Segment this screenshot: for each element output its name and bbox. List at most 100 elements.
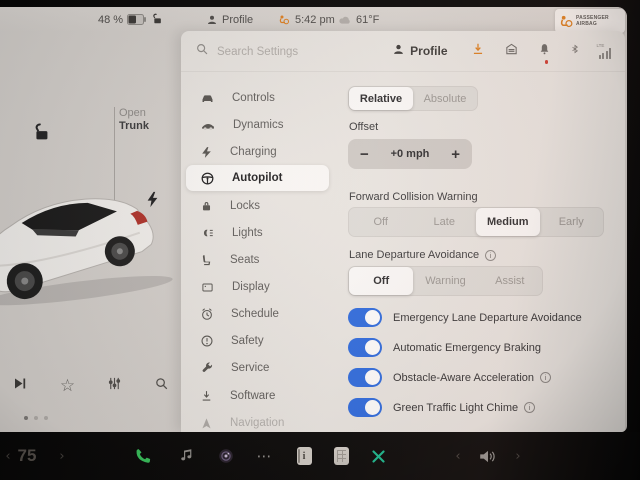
sidebar-item-software[interactable]: Software xyxy=(186,383,329,409)
info-icon[interactable]: i xyxy=(524,402,536,413)
notes-app-icon[interactable]: i xyxy=(294,432,314,480)
time-label: 5:42 pm xyxy=(295,13,335,26)
search-settings-input[interactable]: Search Settings xyxy=(195,42,298,61)
emergency-lane-departure-toggle[interactable] xyxy=(348,308,382,327)
option-absolute[interactable]: Absolute xyxy=(413,87,477,110)
sidebar-item-lights[interactable]: Lights xyxy=(186,220,329,246)
settings-header: Search Settings Profile LTE xyxy=(181,31,625,72)
cabin-temperature[interactable]: 75 xyxy=(14,432,40,480)
automatic-emergency-braking-toggle[interactable] xyxy=(348,338,382,357)
option-late[interactable]: Late xyxy=(413,208,477,236)
equalizer-button[interactable] xyxy=(107,376,122,396)
dashcam-app-icon[interactable] xyxy=(216,432,236,480)
sidebar-item-dynamics[interactable]: Dynamics xyxy=(186,112,329,138)
passenger-airbag-text: PASSENGER AIRBAG xyxy=(576,15,609,27)
car-unlocked-icon[interactable] xyxy=(30,121,52,148)
sidebar-item-seats[interactable]: Seats xyxy=(186,247,329,273)
option-warning[interactable]: Warning xyxy=(413,267,477,295)
screen: 48 % Profile 5:42 pm 61°F PASSENGER AIRB… xyxy=(0,7,627,432)
search-icon xyxy=(195,42,209,61)
profile-menu-button[interactable]: Profile xyxy=(392,43,448,59)
wrench-icon xyxy=(200,361,214,375)
sidebar-item-locks[interactable]: Locks xyxy=(186,193,329,219)
sidebar-item-charging[interactable]: Charging xyxy=(186,139,329,165)
obstacle-aware-acceleration-toggle[interactable] xyxy=(348,368,382,387)
car-visualization-panel: Open Trunk ☆ xyxy=(0,31,181,432)
clock: 5:42 pm xyxy=(295,7,335,32)
sidebar-item-controls[interactable]: Controls xyxy=(186,85,329,111)
option-medium[interactable]: Medium xyxy=(476,208,540,236)
x-app-icon[interactable] xyxy=(368,432,388,480)
display-icon xyxy=(200,281,215,294)
media-controls: ☆ xyxy=(0,368,181,404)
option-relative[interactable]: Relative xyxy=(349,87,413,110)
download-icon xyxy=(200,389,213,403)
temp-up-button[interactable]: › xyxy=(56,432,68,480)
alarm-clock-icon xyxy=(200,307,214,321)
cellular-signal-icon[interactable]: LTE xyxy=(597,43,611,59)
steering-wheel-icon xyxy=(200,171,215,186)
charging-bolt-icon xyxy=(200,145,213,160)
notification-dot xyxy=(544,60,548,64)
sidebar-item-display[interactable]: Display xyxy=(186,274,329,300)
volume-down-button[interactable]: ‹ xyxy=(452,432,464,480)
toggle-row: Automatic Emergency Braking xyxy=(348,338,541,357)
temp-down-button[interactable]: ‹ xyxy=(2,432,14,480)
unlocked-icon xyxy=(150,13,163,26)
person-icon xyxy=(392,43,405,59)
speed-limit-mode-segment: Relative Absolute xyxy=(348,86,478,111)
info-icon[interactable]: i xyxy=(540,372,552,383)
status-profile[interactable]: Profile xyxy=(206,7,253,32)
lock-icon xyxy=(200,199,213,213)
sidebar-item-autopilot[interactable]: Autopilot xyxy=(186,165,329,191)
green-traffic-light-chime-toggle[interactable] xyxy=(348,398,382,417)
car-controls-icon xyxy=(200,91,215,106)
phone-app-icon[interactable] xyxy=(132,432,154,480)
forward-collision-warning-label: Forward Collision Warning xyxy=(349,191,478,203)
option-assist[interactable]: Assist xyxy=(478,267,542,295)
tesla-touchscreen: 48 % Profile 5:42 pm 61°F PASSENGER AIRB… xyxy=(0,0,640,480)
toggle-row: Emergency Lane Departure Avoidance xyxy=(348,308,582,327)
info-icon[interactable]: i xyxy=(485,249,497,261)
music-app-icon[interactable] xyxy=(176,432,196,480)
option-early[interactable]: Early xyxy=(540,208,604,236)
media-search-button[interactable] xyxy=(154,376,169,396)
search-placeholder: Search Settings xyxy=(217,45,299,58)
media-page-dots[interactable] xyxy=(24,416,48,420)
sidebar-item-schedule[interactable]: Schedule xyxy=(186,301,329,327)
airbag-warning xyxy=(278,7,290,32)
seat-icon xyxy=(200,253,213,267)
bottom-launcher-bar: ‹ 75 › ⋯ i ‹ › xyxy=(0,432,640,480)
open-trunk-button[interactable]: Open Trunk xyxy=(119,107,149,133)
sidebar-item-service[interactable]: Service xyxy=(186,355,329,381)
homelink-button[interactable] xyxy=(504,42,519,61)
more-apps-button[interactable]: ⋯ xyxy=(253,432,275,480)
option-off[interactable]: Off xyxy=(349,267,414,295)
outside-temp-label: 61°F xyxy=(356,13,380,26)
next-track-button[interactable] xyxy=(12,376,28,396)
car-dynamics-icon xyxy=(200,118,216,133)
lock-status[interactable] xyxy=(150,7,163,32)
toggle-row: Obstacle-Aware Acceleration i xyxy=(348,368,552,387)
battery-percent: 48 % xyxy=(98,13,124,26)
option-off[interactable]: Off xyxy=(349,208,413,236)
notifications-button[interactable] xyxy=(538,42,551,64)
spreadsheet-app-icon[interactable] xyxy=(331,432,351,480)
sidebar-item-safety[interactable]: Safety xyxy=(186,328,329,354)
cloud-icon xyxy=(338,14,352,25)
battery-status: 48 % xyxy=(98,7,147,32)
person-icon xyxy=(206,14,218,26)
passenger-airbag-indicator: PASSENGER AIRBAG xyxy=(555,9,625,33)
favorite-star-button[interactable]: ☆ xyxy=(60,377,75,395)
offset-minus-button[interactable]: − xyxy=(360,147,369,162)
offset-plus-button[interactable]: + xyxy=(451,147,460,162)
charge-port-icon[interactable] xyxy=(146,191,159,213)
status-bar: 48 % Profile 5:42 pm 61°F PASSENGER AIRB… xyxy=(0,7,627,33)
volume-up-button[interactable]: › xyxy=(512,432,524,480)
software-update-button[interactable] xyxy=(471,42,485,61)
bluetooth-button[interactable] xyxy=(570,42,580,61)
volume-icon[interactable] xyxy=(474,432,502,480)
sidebar-item-navigation[interactable]: Navigation xyxy=(186,410,329,432)
settings-panel: Search Settings Profile LTE Controls Dyn… xyxy=(181,31,625,432)
headlight-icon xyxy=(200,226,215,240)
